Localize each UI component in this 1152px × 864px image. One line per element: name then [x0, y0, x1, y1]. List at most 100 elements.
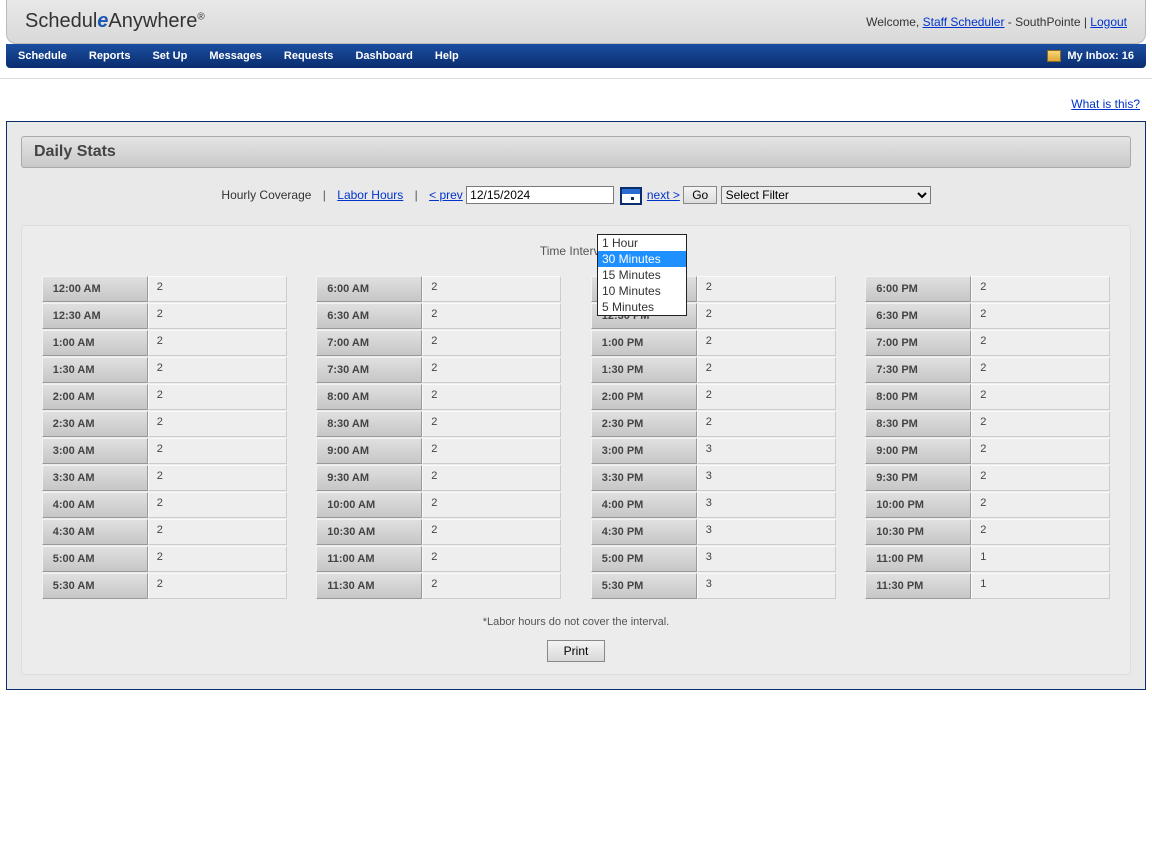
time-slot-row: 6:00 PM2 — [865, 276, 1110, 302]
user-link[interactable]: Staff Scheduler — [923, 15, 1005, 29]
slot-value: 2 — [148, 276, 287, 302]
slot-value: 2 — [697, 276, 836, 302]
slot-time: 5:00 PM — [591, 546, 697, 572]
time-slot-row: 5:30 PM3 — [591, 573, 836, 599]
time-slot-row: 7:00 AM2 — [316, 330, 561, 356]
top-header: ScheduleAnywhere® Welcome, Staff Schedul… — [6, 0, 1146, 44]
time-slot-row: 6:00 AM2 — [316, 276, 561, 302]
slot-value: 3 — [697, 546, 836, 572]
slot-time: 1:30 AM — [42, 357, 148, 383]
slot-value: 2 — [148, 411, 287, 437]
slot-time: 10:30 AM — [316, 519, 422, 545]
nav-reports[interactable]: Reports — [89, 50, 131, 62]
time-slot-row: 4:00 PM3 — [591, 492, 836, 518]
time-slot-row: 11:30 AM2 — [316, 573, 561, 599]
slot-time: 8:00 AM — [316, 384, 422, 410]
time-slot-row: 2:30 PM2 — [591, 411, 836, 437]
time-columns: 12:00 AM212:30 AM21:00 AM21:30 AM22:00 A… — [32, 276, 1120, 600]
print-button[interactable]: Print — [547, 640, 606, 662]
time-slot-row: 1:30 AM2 — [42, 357, 287, 383]
prev-link[interactable]: < prev — [429, 188, 463, 202]
labor-hours-link[interactable]: Labor Hours — [337, 188, 403, 202]
time-slot-row: 8:00 PM2 — [865, 384, 1110, 410]
slot-time: 2:00 AM — [42, 384, 148, 410]
date-input[interactable] — [466, 186, 614, 204]
nav-dashboard[interactable]: Dashboard — [355, 50, 412, 62]
time-slot-row: 12:30 AM2 — [42, 303, 287, 329]
slot-time: 12:30 AM — [42, 303, 148, 329]
slot-value: 2 — [422, 357, 561, 383]
slot-value: 3 — [697, 492, 836, 518]
nav-requests[interactable]: Requests — [284, 50, 334, 62]
time-slot-row: 9:30 AM2 — [316, 465, 561, 491]
next-link[interactable]: next > — [647, 188, 680, 202]
time-slot-row: 8:00 AM2 — [316, 384, 561, 410]
footnote: *Labor hours do not cover the interval. — [32, 616, 1120, 628]
filter-select[interactable]: Select Filter — [721, 186, 931, 204]
slot-value: 2 — [697, 303, 836, 329]
time-slot-row: 7:30 PM2 — [865, 357, 1110, 383]
logout-link[interactable]: Logout — [1090, 15, 1127, 29]
slot-value: 2 — [971, 411, 1110, 437]
slot-time: 4:00 AM — [42, 492, 148, 518]
what-is-this-row: What is this? — [0, 78, 1152, 121]
slot-time: 5:30 PM — [591, 573, 697, 599]
time-slot-row: 2:30 AM2 — [42, 411, 287, 437]
slot-time: 5:00 AM — [42, 546, 148, 572]
time-slot-row: 10:30 AM2 — [316, 519, 561, 545]
slot-time: 3:30 AM — [42, 465, 148, 491]
what-is-this-link[interactable]: What is this? — [1071, 97, 1140, 111]
time-slot-row: 1:00 AM2 — [42, 330, 287, 356]
logo-reg: ® — [197, 11, 204, 22]
nav-help[interactable]: Help — [435, 50, 459, 62]
slot-value: 2 — [422, 330, 561, 356]
time-slot-row: 11:30 PM1 — [865, 573, 1110, 599]
interval-opt-10min[interactable]: 10 Minutes — [598, 283, 686, 299]
interval-opt-30min[interactable]: 30 Minutes — [598, 251, 686, 267]
slot-value: 2 — [148, 438, 287, 464]
slot-value: 2 — [148, 573, 287, 599]
time-slot-row: 10:00 AM2 — [316, 492, 561, 518]
calendar-icon[interactable] — [620, 187, 642, 205]
time-slot-row: 1:00 PM2 — [591, 330, 836, 356]
interval-opt-15min[interactable]: 15 Minutes — [598, 267, 686, 283]
inbox-label[interactable]: My Inbox: 16 — [1067, 50, 1134, 62]
slot-time: 4:30 AM — [42, 519, 148, 545]
welcome-text: Welcome, Staff Scheduler - SouthPointe |… — [866, 15, 1127, 29]
slot-time: 3:00 AM — [42, 438, 148, 464]
slot-time: 8:30 PM — [865, 411, 971, 437]
time-slot-row: 2:00 AM2 — [42, 384, 287, 410]
interval-opt-1hour[interactable]: 1 Hour — [598, 235, 686, 251]
slot-value: 2 — [148, 546, 287, 572]
slot-value: 2 — [422, 411, 561, 437]
inbox-icon — [1047, 50, 1061, 62]
main-nav: Schedule Reports Set Up Messages Request… — [6, 44, 1146, 68]
slot-time: 7:00 AM — [316, 330, 422, 356]
nav-schedule[interactable]: Schedule — [18, 50, 67, 62]
slot-value: 3 — [697, 573, 836, 599]
interval-select[interactable]: 1 Hour 30 Minutes 15 Minutes 10 Minutes … — [597, 234, 687, 316]
logo-e: e — [97, 10, 108, 32]
time-slot-row: 6:30 AM2 — [316, 303, 561, 329]
slot-value: 2 — [148, 384, 287, 410]
slot-time: 4:00 PM — [591, 492, 697, 518]
slot-value: 3 — [697, 438, 836, 464]
slot-time: 9:30 PM — [865, 465, 971, 491]
org-suffix: - SouthPointe | — [1004, 15, 1090, 29]
app-logo: ScheduleAnywhere® — [25, 10, 205, 33]
nav-right[interactable]: My Inbox: 16 — [1047, 50, 1134, 62]
slot-value: 2 — [971, 276, 1110, 302]
time-slot-row: 3:30 PM3 — [591, 465, 836, 491]
nav-messages[interactable]: Messages — [209, 50, 262, 62]
go-button[interactable]: Go — [683, 186, 717, 204]
logo-part2: Anywhere — [108, 10, 197, 32]
slot-time: 6:00 PM — [865, 276, 971, 302]
slot-time: 9:00 PM — [865, 438, 971, 464]
slot-time: 6:30 AM — [316, 303, 422, 329]
slot-time: 2:00 PM — [591, 384, 697, 410]
slot-time: 8:30 AM — [316, 411, 422, 437]
interval-opt-5min[interactable]: 5 Minutes — [598, 299, 686, 315]
slot-time: 1:30 PM — [591, 357, 697, 383]
time-slot-row: 3:00 AM2 — [42, 438, 287, 464]
nav-setup[interactable]: Set Up — [152, 50, 187, 62]
